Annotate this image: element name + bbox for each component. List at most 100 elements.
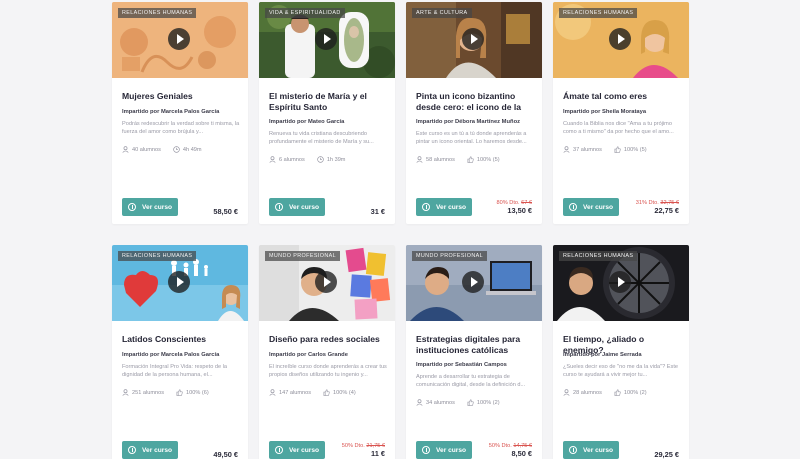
course-rating: 100% (5) — [476, 156, 500, 163]
course-title[interactable]: Diseño para redes sociales — [269, 334, 387, 345]
info-icon — [128, 203, 136, 211]
students-icon — [563, 146, 570, 153]
course-teacher: Impartido por Marcela Palos García — [122, 109, 220, 115]
course-card[interactable]: MUNDO PROFESIONAL Diseño para redes soci… — [259, 245, 395, 459]
course-description: ¿Sueles decir eso de "no me da la vida"?… — [563, 364, 678, 378]
course-teacher: Impartido por Débora Martínez Muñoz — [416, 119, 521, 125]
course-thumbnail[interactable]: RELACIONES HUMANAS — [112, 2, 248, 78]
course-price: 22,75 € — [654, 205, 679, 215]
students-icon — [563, 389, 570, 396]
view-course-button[interactable]: Ver curso — [416, 198, 472, 216]
course-card[interactable]: RELACIONES HUMANAS Latidos Conscientes I… — [112, 245, 248, 459]
students-count: 40 alumnos — [132, 146, 161, 153]
course-title[interactable]: Estrategias digitales para instituciones… — [416, 334, 534, 355]
students-icon — [416, 399, 423, 406]
course-teacher: Impartido por Sheila Morataya — [563, 109, 647, 115]
course-card[interactable]: MUNDO PROFESIONAL Estrategias digitales … — [406, 245, 542, 459]
category-badge: VIDA & ESPIRITUALIDAD — [265, 8, 345, 18]
course-card[interactable]: ARTE & CULTURA Pinta un icono bizantino … — [406, 2, 542, 224]
view-course-button[interactable]: Ver curso — [122, 198, 178, 216]
course-thumbnail[interactable]: ARTE & CULTURA — [406, 2, 542, 78]
course-title[interactable]: Pinta un icono bizantino desde cero: el … — [416, 91, 534, 113]
course-meta: 28 alumnos 100% (2) — [563, 389, 681, 396]
course-description: Renueva tu vida cristiana descubriendo p… — [269, 131, 374, 145]
course-title[interactable]: El misterio de María y el Espíritu Santo — [269, 91, 387, 112]
students-icon — [122, 146, 129, 153]
course-rating: 100% (6) — [186, 389, 209, 396]
students-count: 6 alumnos — [279, 156, 305, 163]
students-icon — [269, 156, 276, 163]
course-meta: 37 alumnos 100% (5) — [563, 146, 681, 153]
students-count: 37 alumnos — [573, 146, 602, 153]
info-icon — [275, 446, 283, 454]
course-duration: 1h 39m — [326, 156, 346, 163]
play-icon[interactable] — [609, 271, 631, 293]
play-icon[interactable] — [315, 28, 337, 50]
course-description: Este curso es un tú a tú donde aprenderá… — [416, 131, 527, 145]
course-price: 58,50 € — [213, 206, 238, 216]
course-thumbnail[interactable]: MUNDO PROFESIONAL — [406, 245, 542, 321]
play-icon[interactable] — [315, 271, 337, 293]
category-badge: MUNDO PROFESIONAL — [412, 251, 488, 261]
course-rating: 100% (5) — [623, 146, 647, 153]
course-description: Podrás redescubrir la verdad sobre ti mi… — [122, 121, 240, 135]
view-course-button[interactable]: Ver curso — [416, 441, 472, 459]
course-card[interactable]: RELACIONES HUMANAS Mujeres Geniales Impa… — [112, 2, 248, 224]
students-count: 147 alumnos — [279, 389, 312, 396]
price-block: 50% Dto. 21,75 € 11 € — [342, 441, 385, 459]
course-teacher: Impartido por Carlos Grande — [269, 352, 348, 358]
course-description: Aprende a desarrollar tu estrategia de c… — [416, 374, 526, 388]
info-icon — [275, 203, 283, 211]
price-block: 49,50 € — [213, 445, 238, 459]
students-count: 58 alumnos — [426, 156, 455, 163]
info-icon — [422, 203, 430, 211]
price-block: 80% Dto. 67 € 13,50 € — [497, 198, 532, 216]
course-meta: 34 alumnos 100% (2) — [416, 399, 534, 406]
info-icon — [128, 446, 136, 454]
students-count: 251 alumnos — [132, 389, 165, 396]
view-course-button[interactable]: Ver curso — [563, 198, 619, 216]
view-course-button[interactable]: Ver curso — [122, 441, 178, 459]
course-title[interactable]: Mujeres Geniales — [122, 91, 240, 102]
course-description: El increíble curso donde aprenderás a cr… — [269, 364, 387, 378]
thumbs-up-icon — [176, 389, 183, 396]
course-duration: 4h 49m — [182, 146, 202, 153]
course-card[interactable]: RELACIONES HUMANAS Ámate tal como eres I… — [553, 2, 689, 224]
info-icon — [422, 446, 430, 454]
view-course-button[interactable]: Ver curso — [563, 441, 619, 459]
course-meta: 58 alumnos 100% (5) — [416, 156, 534, 163]
category-badge: MUNDO PROFESIONAL — [265, 251, 341, 261]
category-badge: RELACIONES HUMANAS — [559, 8, 638, 18]
course-thumbnail[interactable]: RELACIONES HUMANAS — [553, 2, 689, 78]
course-price: 11 € — [371, 448, 385, 458]
category-badge: RELACIONES HUMANAS — [118, 251, 197, 261]
info-icon — [569, 446, 577, 454]
course-thumbnail[interactable]: VIDA & ESPIRITUALIDAD — [259, 2, 395, 78]
clock-icon — [317, 156, 324, 163]
thumbs-up-icon — [467, 156, 474, 163]
course-thumbnail[interactable]: RELACIONES HUMANAS — [553, 245, 689, 321]
thumbs-up-icon — [614, 389, 621, 396]
course-title[interactable]: Latidos Conscientes — [122, 334, 240, 345]
course-teacher: Impartido por Sebastián Campos — [416, 362, 507, 368]
play-icon[interactable] — [462, 28, 484, 50]
course-meta: 251 alumnos 100% (6) — [122, 389, 240, 396]
play-icon[interactable] — [168, 28, 190, 50]
course-title[interactable]: Ámate tal como eres — [563, 91, 681, 102]
play-icon[interactable] — [168, 271, 190, 293]
view-course-button[interactable]: Ver curso — [269, 198, 325, 216]
play-icon[interactable] — [609, 28, 631, 50]
clock-icon — [173, 146, 180, 153]
course-meta: 40 alumnos 4h 49m — [122, 146, 240, 153]
course-card[interactable]: RELACIONES HUMANAS El tiempo, ¿aliado o … — [553, 245, 689, 459]
students-count: 28 alumnos — [573, 389, 602, 396]
course-thumbnail[interactable]: MUNDO PROFESIONAL — [259, 245, 395, 321]
students-icon — [269, 389, 276, 396]
course-teacher: Impartido por Mateo García — [269, 119, 345, 125]
course-price: 49,50 € — [213, 449, 238, 459]
course-teacher: Impartido por Marcela Palos García — [122, 352, 220, 358]
view-course-button[interactable]: Ver curso — [269, 441, 325, 459]
course-thumbnail[interactable]: RELACIONES HUMANAS — [112, 245, 248, 321]
play-icon[interactable] — [462, 271, 484, 293]
course-card[interactable]: VIDA & ESPIRITUALIDAD El misterio de Mar… — [259, 2, 395, 224]
